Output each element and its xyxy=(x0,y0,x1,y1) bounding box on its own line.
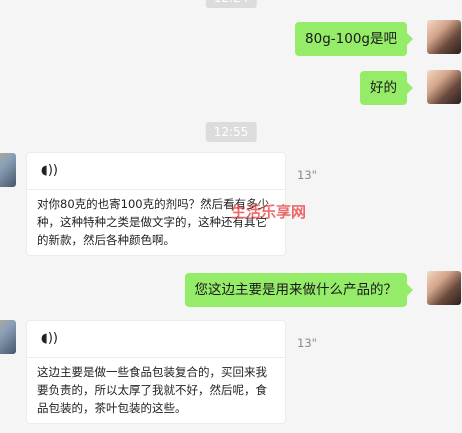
voice-wave-icon: ◖)) xyxy=(41,331,58,346)
message-bubble-self[interactable]: 好的 xyxy=(360,71,413,105)
avatar-self[interactable] xyxy=(427,70,461,104)
message-bubble-self[interactable]: 您这边主要是用来做什么产品的？ xyxy=(184,273,413,307)
voice-message-card[interactable]: ◖)) 这边主要是做一些食品包装复合的，买回来我要负责的，所以太厚了我就不好，然… xyxy=(26,320,286,424)
avatar-contact[interactable] xyxy=(0,153,16,187)
watermark-logo: 生活乐享网 xyxy=(231,203,307,221)
message-text: 80g-100g是吧 xyxy=(305,31,397,47)
voice-divider xyxy=(27,357,285,358)
voice-transcript: 这边主要是做一些食品包装复合的，买回来我要负责的，所以太厚了我就不好，然后呢，食… xyxy=(37,365,267,415)
message-bubble-self[interactable]: 80g-100g是吧 xyxy=(295,22,413,56)
voice-divider xyxy=(27,189,285,190)
voice-duration: 13" xyxy=(297,168,317,182)
avatar-contact[interactable] xyxy=(0,320,16,354)
voice-duration: 13" xyxy=(297,336,317,350)
message-text: 好的 xyxy=(370,80,397,96)
timestamp-top: 12:24 xyxy=(205,0,257,8)
avatar-self[interactable] xyxy=(427,271,461,305)
timestamp-divider: 12:55 xyxy=(205,122,257,142)
voice-wave-icon: ◖)) xyxy=(41,163,58,178)
message-text: 您这边主要是用来做什么产品的？ xyxy=(194,282,398,298)
avatar-self[interactable] xyxy=(427,20,461,54)
